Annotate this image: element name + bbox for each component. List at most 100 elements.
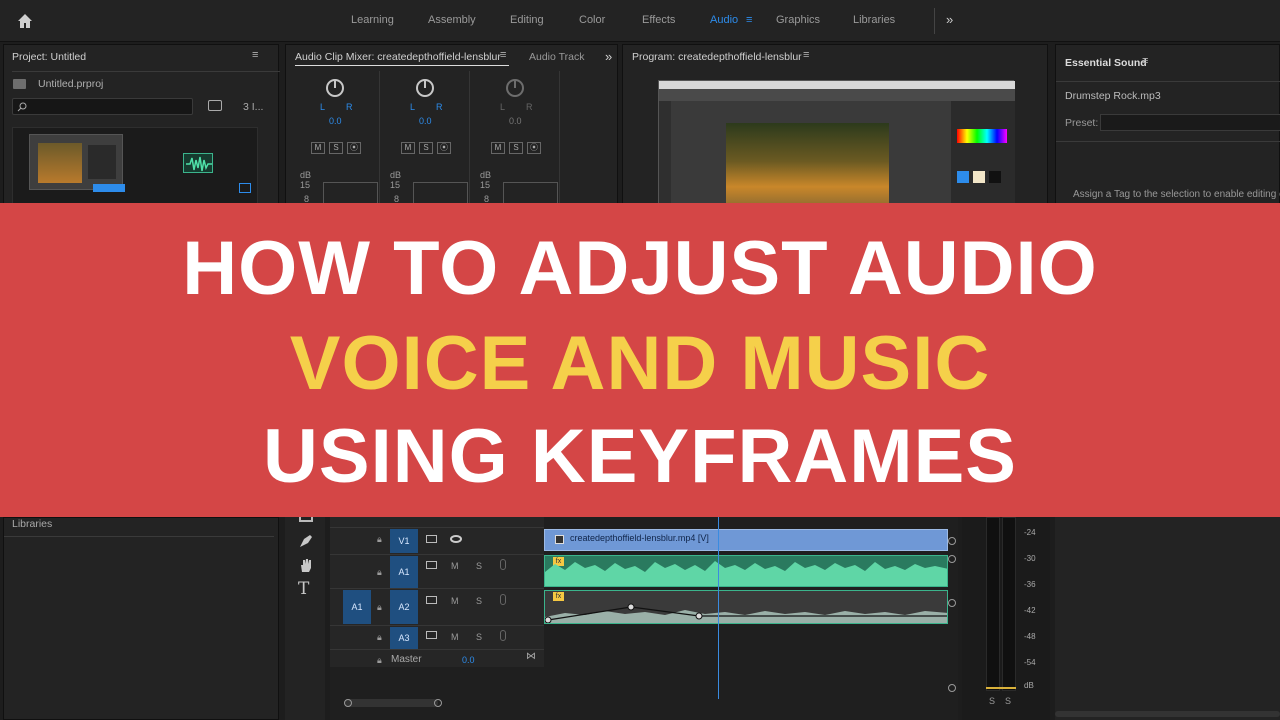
- scrollbar-handle-left[interactable]: [344, 699, 352, 707]
- preset-dropdown[interactable]: [1100, 114, 1280, 131]
- pen-tool-icon[interactable]: [298, 533, 314, 549]
- panel-menu-icon[interactable]: ≡: [252, 49, 258, 61]
- track-target-a3[interactable]: A3: [390, 627, 418, 649]
- track-end-handle[interactable]: [948, 684, 956, 692]
- mute-button[interactable]: M: [311, 142, 325, 154]
- pan-knob[interactable]: [506, 79, 524, 97]
- track-target-a1[interactable]: A1: [390, 556, 418, 588]
- master-value[interactable]: 0.0: [462, 655, 475, 665]
- solo-button[interactable]: S: [476, 632, 482, 642]
- lock-icon[interactable]: 🔒︎: [377, 632, 382, 643]
- lock-icon[interactable]: 🔒︎: [377, 655, 382, 666]
- keyframe[interactable]: [627, 603, 635, 611]
- lock-icon[interactable]: 🔒︎: [377, 567, 382, 578]
- audio-track-tab[interactable]: Audio Track: [529, 51, 584, 63]
- libraries-label[interactable]: Libraries: [12, 518, 52, 530]
- sync-lock-icon[interactable]: [426, 535, 437, 543]
- collapse-icon[interactable]: ⋈: [526, 651, 536, 662]
- solo-right-button[interactable]: S: [1005, 696, 1011, 706]
- keyframe[interactable]: [545, 616, 552, 623]
- hand-tool-icon[interactable]: [298, 557, 314, 573]
- title-banner: HOW TO ADJUST AUDIO VOICE AND MUSIC USIN…: [0, 203, 1280, 517]
- audio-thumbnail[interactable]: [183, 153, 213, 173]
- mic-icon[interactable]: [500, 630, 506, 641]
- mute-button[interactable]: M: [491, 142, 505, 154]
- solo-button[interactable]: S: [419, 142, 433, 154]
- solo-left-button[interactable]: S: [989, 696, 995, 706]
- type-tool-icon[interactable]: T: [298, 579, 309, 599]
- mute-button[interactable]: M: [451, 561, 459, 571]
- solo-button[interactable]: S: [329, 142, 343, 154]
- horizontal-scrollbar[interactable]: [1055, 711, 1280, 717]
- mute-button[interactable]: M: [451, 632, 459, 642]
- sync-lock-icon[interactable]: [426, 561, 437, 569]
- mic-icon[interactable]: [500, 559, 506, 570]
- track-target-v1[interactable]: V1: [390, 529, 418, 553]
- panel-menu-icon[interactable]: ≡: [803, 49, 809, 61]
- pan-knob[interactable]: [416, 79, 434, 97]
- workspace-bar: Learning Assembly Editing Color Effects …: [0, 0, 1280, 42]
- new-bin-icon[interactable]: [208, 100, 222, 111]
- sync-lock-icon[interactable]: [426, 631, 437, 639]
- audio-clip-a1[interactable]: fx: [544, 555, 948, 587]
- home-icon[interactable]: [16, 12, 34, 30]
- overflow-chevron-icon[interactable]: »: [946, 12, 953, 27]
- lock-icon[interactable]: 🔒︎: [377, 602, 382, 613]
- db-15-label: 15: [300, 180, 311, 190]
- track-end-handle[interactable]: [948, 555, 956, 563]
- scrollbar-handle-right[interactable]: [434, 699, 442, 707]
- track-target-a2[interactable]: A2: [390, 590, 418, 624]
- swatch: [973, 171, 985, 183]
- mute-button[interactable]: M: [401, 142, 415, 154]
- tab-audio[interactable]: Audio: [710, 14, 738, 26]
- fx-icon: [555, 535, 564, 544]
- project-title: Project: Untitled: [12, 51, 87, 63]
- program-video-frame[interactable]: [658, 80, 1015, 208]
- eye-icon[interactable]: [450, 535, 462, 543]
- lock-icon[interactable]: 🔒︎: [377, 534, 382, 545]
- record-button[interactable]: ⦿: [347, 142, 361, 154]
- keyframe[interactable]: [695, 612, 703, 620]
- thumbnail-panel: [88, 145, 116, 179]
- audio-clip-a2[interactable]: fx: [544, 590, 948, 624]
- tab-learning[interactable]: Learning: [351, 14, 394, 26]
- panel-menu-icon[interactable]: ≡: [1142, 55, 1148, 67]
- mixer-title[interactable]: Audio Clip Mixer: createdepthoffield-len…: [295, 51, 501, 63]
- meter-peak: [986, 687, 1016, 689]
- tab-color[interactable]: Color: [579, 14, 605, 26]
- pan-knob[interactable]: [326, 79, 344, 97]
- overflow-chevron-icon[interactable]: »: [605, 49, 612, 64]
- video-photo: [726, 123, 889, 208]
- source-patch-a1[interactable]: A1: [343, 590, 371, 624]
- tab-assembly[interactable]: Assembly: [428, 14, 476, 26]
- panel-menu-icon[interactable]: ≡: [500, 49, 506, 61]
- tab-editing[interactable]: Editing: [510, 14, 544, 26]
- tab-effects[interactable]: Effects: [642, 14, 675, 26]
- track-end-handle[interactable]: [948, 599, 956, 607]
- solo-button[interactable]: S: [509, 142, 523, 154]
- divider: [330, 625, 544, 626]
- record-button[interactable]: ⦿: [437, 142, 451, 154]
- zoom-scrollbar[interactable]: [344, 699, 438, 707]
- mic-icon[interactable]: [500, 594, 506, 605]
- project-search-input[interactable]: [12, 98, 193, 115]
- video-clip[interactable]: createdepthoffield-lensblur.mp4 [V]: [544, 529, 948, 551]
- divider: [330, 527, 544, 528]
- video-thumbnail[interactable]: [29, 134, 123, 190]
- razor-tool-icon[interactable]: [299, 517, 313, 522]
- item-count: 3 I...: [243, 101, 264, 113]
- record-button[interactable]: ⦿: [527, 142, 541, 154]
- waveform-a1: [545, 561, 947, 586]
- track-end-handle[interactable]: [948, 537, 956, 545]
- pan-value[interactable]: 0.0: [509, 116, 522, 126]
- mute-button[interactable]: M: [451, 596, 459, 606]
- sync-lock-icon[interactable]: [426, 596, 437, 604]
- pan-value[interactable]: 0.0: [329, 116, 342, 126]
- solo-button[interactable]: S: [476, 596, 482, 606]
- menu-icon[interactable]: ≡: [746, 14, 752, 26]
- pan-value[interactable]: 0.0: [419, 116, 432, 126]
- solo-button[interactable]: S: [476, 561, 482, 571]
- playhead[interactable]: [718, 517, 719, 699]
- tab-libraries[interactable]: Libraries: [853, 14, 895, 26]
- tab-graphics[interactable]: Graphics: [776, 14, 820, 26]
